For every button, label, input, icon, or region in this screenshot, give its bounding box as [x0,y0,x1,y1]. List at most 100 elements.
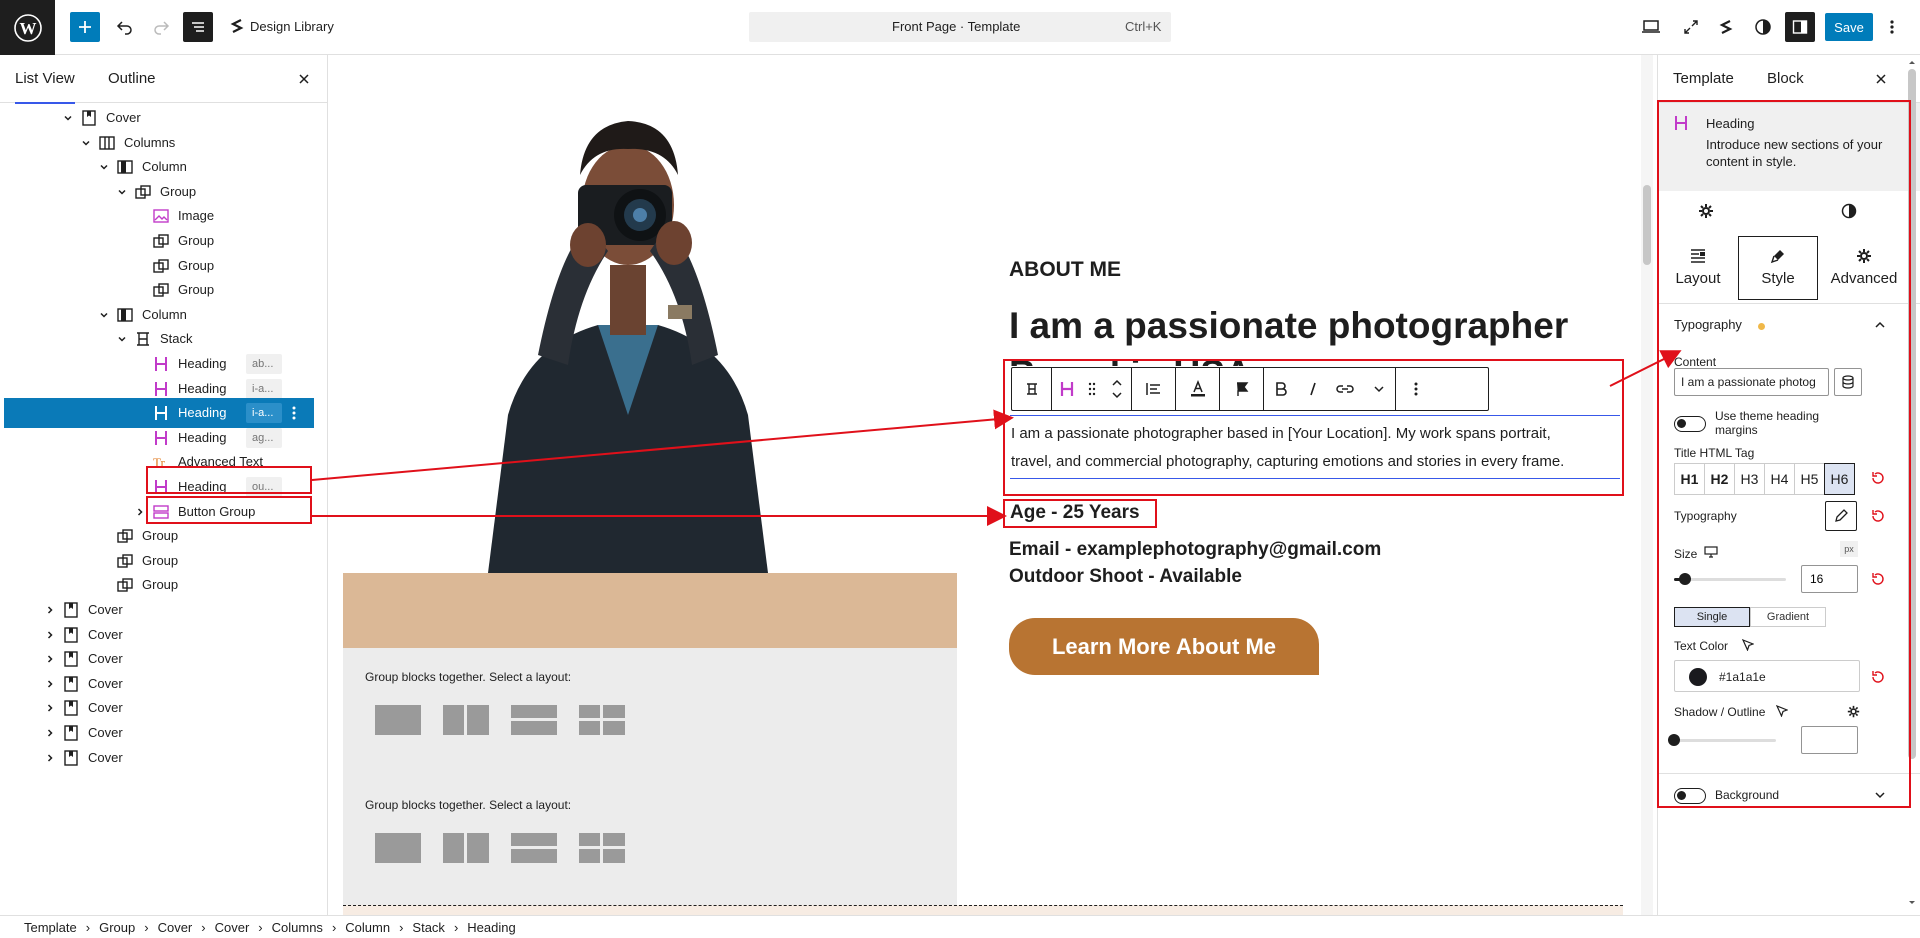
shadow-cursor-icon[interactable] [1776,705,1788,717]
chevron-right-icon[interactable] [44,727,56,739]
desktop-device-icon[interactable] [1704,546,1718,558]
shadow-slider-thumb[interactable] [1668,734,1680,746]
drag-handle-icon[interactable] [1082,368,1102,410]
close-sidebar-icon[interactable] [1874,72,1888,86]
layout-option-grid[interactable] [579,833,625,863]
layout-option-group[interactable] [375,833,421,863]
group-placeholder-2[interactable]: Group blocks together. Select a layout: [365,789,865,889]
desktop-preview-icon[interactable] [1636,12,1666,42]
breadcrumb-item[interactable]: Template [24,920,77,935]
headline-overflow[interactable]: Based in USA [1009,352,1252,366]
block-options-icon[interactable] [1396,368,1436,410]
document-title-bar[interactable]: Front Page · Template Ctrl+K [749,12,1171,42]
breadcrumb-item[interactable]: Heading [467,920,515,935]
reset-icon[interactable] [1871,670,1885,684]
chevron-right-icon[interactable] [44,702,56,714]
color-mode-gradient[interactable]: Gradient [1750,607,1826,627]
item-options-icon[interactable] [292,405,296,421]
fullscreen-icon[interactable] [1676,12,1706,42]
chevron-down-icon[interactable] [98,309,110,321]
breadcrumb-item[interactable]: Cover [215,920,250,935]
reset-icon[interactable] [1871,572,1885,586]
typography-section-toggle[interactable]: Typography [1674,317,1906,337]
size-slider-thumb[interactable] [1679,573,1692,585]
tag-h1[interactable]: H1 [1674,463,1705,495]
tab-style[interactable]: Style [1738,236,1818,300]
learn-more-button[interactable]: Learn More About Me [1009,618,1319,675]
outdoor-heading[interactable]: Outdoor Shoot - Available [1009,566,1242,588]
chevron-right-icon[interactable] [134,506,146,518]
layout-option-row[interactable] [443,833,489,863]
reset-icon[interactable] [1871,471,1885,485]
canvas-scrollbar[interactable] [1641,55,1653,915]
more-formats-chevron-icon[interactable] [1362,368,1396,410]
size-slider[interactable] [1674,573,1786,585]
shadow-input[interactable] [1801,726,1858,754]
reset-icon[interactable] [1871,509,1885,523]
tag-h6[interactable]: H6 [1824,463,1855,495]
headline[interactable]: I am a passionate photographer [1009,305,1568,347]
save-button[interactable]: Save [1825,13,1873,41]
list-view-item-cover[interactable]: Cover [4,743,314,773]
size-unit[interactable]: px [1840,541,1858,557]
design-library-button[interactable]: Design Library [230,18,334,34]
chevron-down-icon[interactable] [1874,791,1886,799]
chevron-right-icon[interactable] [44,752,56,764]
text-color-icon[interactable] [1176,368,1220,410]
theme-margins-toggle[interactable] [1674,416,1706,432]
styles-half-circle-icon[interactable] [1841,203,1857,219]
styles-contrast-icon[interactable] [1748,12,1778,42]
breadcrumb-item[interactable]: Group [99,920,135,935]
layout-option-stack[interactable] [511,833,557,863]
wordpress-logo-icon[interactable]: W [0,0,55,55]
layout-option-grid[interactable] [579,705,625,735]
bold-icon[interactable] [1264,368,1298,410]
photographer-image[interactable] [468,55,788,573]
sidebar-scrollbar-thumb[interactable] [1908,69,1916,759]
tab-block[interactable]: Block [1767,55,1804,103]
breadcrumb-item[interactable]: Columns [272,920,323,935]
chevron-right-icon[interactable] [44,629,56,641]
add-block-icon[interactable] [70,12,100,42]
document-overview-icon[interactable] [183,12,213,42]
align-text-icon[interactable] [1132,368,1176,410]
group-placeholder-1[interactable]: Group blocks together. Select a layout: [365,661,865,761]
breadcrumb-item[interactable]: Column [345,920,390,935]
shadow-settings-gear-icon[interactable] [1847,705,1860,718]
stack-parent-icon[interactable] [1012,368,1052,410]
shadow-slider[interactable] [1668,734,1776,746]
breadcrumb-item[interactable]: Cover [158,920,193,935]
chevron-down-icon[interactable] [98,161,110,173]
flag-icon[interactable] [1220,368,1264,410]
undo-icon[interactable] [110,12,140,42]
breadcrumb-item[interactable]: Stack [412,920,445,935]
email-text[interactable]: Email - examplephotography@gmail.com [1009,539,1381,561]
tag-h3[interactable]: H3 [1734,463,1765,495]
italic-icon[interactable] [1298,368,1328,410]
tag-h5[interactable]: H5 [1794,463,1825,495]
dynamic-content-icon[interactable] [1834,368,1862,396]
color-mode-single[interactable]: Single [1674,607,1750,627]
layout-option-stack[interactable] [511,705,557,735]
size-input[interactable] [1801,565,1858,593]
chevron-down-icon[interactable] [116,186,128,198]
chevron-right-icon[interactable] [44,653,56,665]
move-up-down-icon[interactable] [1102,368,1132,410]
chevron-down-icon[interactable] [62,112,74,124]
tab-outline[interactable]: Outline [108,55,156,103]
content-input[interactable] [1674,368,1829,396]
tab-list-view[interactable]: List View [15,55,75,104]
layout-option-row[interactable] [443,705,489,735]
settings-sidebar-icon[interactable] [1785,12,1815,42]
sidebar-scrollbar[interactable] [1903,55,1920,915]
chevron-right-icon[interactable] [44,604,56,616]
tag-h2[interactable]: H2 [1704,463,1735,495]
background-toggle[interactable] [1674,788,1706,804]
typography-edit-icon[interactable] [1825,501,1857,531]
layout-option-group[interactable] [375,705,421,735]
more-options-icon[interactable] [1882,12,1902,42]
close-icon[interactable] [297,72,311,86]
about-me-label[interactable]: ABOUT ME [1009,258,1121,282]
settings-gear-icon[interactable] [1698,203,1714,219]
text-color-picker[interactable]: #1a1a1e [1674,660,1860,692]
